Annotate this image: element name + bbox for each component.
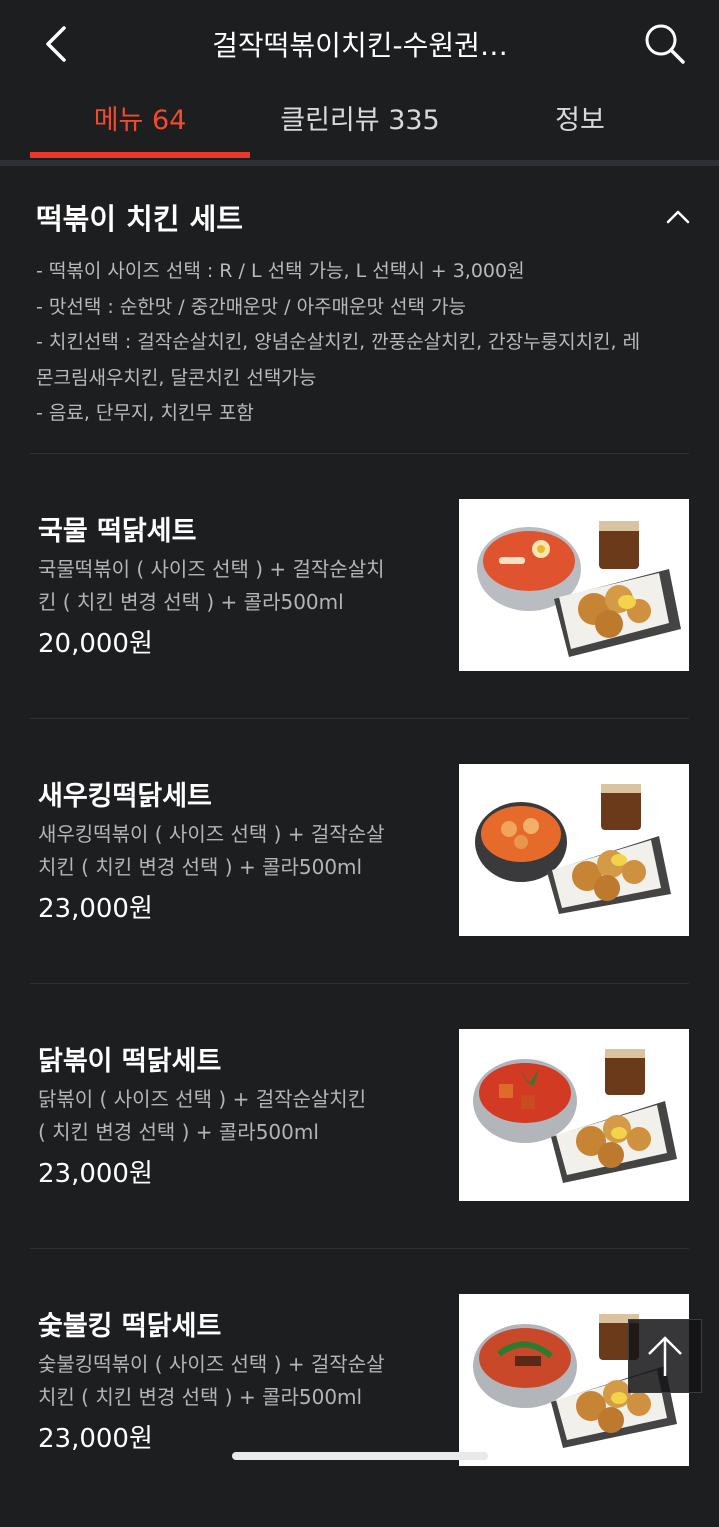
tab-menu[interactable]: 메뉴 64 — [30, 90, 250, 154]
menu-item[interactable]: 국물 떡닭세트 국물떡볶이 ( 사이즈 선택 ) + 걸작순살치 킨 ( 치킨 … — [0, 467, 719, 732]
app-header: 걸작떡볶이치킨-수원권… — [0, 0, 719, 90]
menu-item-name: 새우킹떡닭세트 — [38, 781, 212, 812]
chevron-left-icon — [46, 26, 66, 62]
arrow-up-icon — [648, 1336, 682, 1376]
menu-item-description: 숯불킹떡볶이 ( 사이즈 선택 ) + 걸작순살 치킨 ( 치킨 변경 선택 )… — [38, 1348, 418, 1414]
description-line: 킨 ( 치킨 변경 선택 ) + 콜라500ml — [38, 590, 344, 614]
divider — [30, 983, 689, 984]
description-line: - 음료, 단무지, 치킨무 포함 — [36, 402, 254, 424]
chevron-up-icon — [666, 210, 690, 224]
tab-info[interactable]: 정보 — [470, 90, 690, 154]
divider — [30, 718, 689, 719]
section-title[interactable]: 떡볶이 치킨 세트 — [36, 196, 243, 238]
collapse-button[interactable] — [662, 200, 694, 232]
menu-item-image[interactable] — [459, 1029, 689, 1201]
description-line: 새우킹떡볶이 ( 사이즈 선택 ) + 걸작순살 — [38, 822, 385, 846]
description-line: 치킨 ( 치킨 변경 선택 ) + 콜라500ml — [38, 855, 363, 879]
tab-clean-review[interactable]: 클린리뷰 335 — [250, 90, 470, 154]
menu-item-description: 국물떡볶이 ( 사이즈 선택 ) + 걸작순살치 킨 ( 치킨 변경 선택 ) … — [38, 553, 418, 619]
description-line: 닭볶이 ( 사이즈 선택 ) + 걸작순살치킨 — [38, 1087, 367, 1111]
scroll-to-top-button[interactable] — [628, 1319, 702, 1393]
divider — [30, 453, 689, 454]
description-line: 숯불킹떡볶이 ( 사이즈 선택 ) + 걸작순살 — [38, 1352, 385, 1376]
home-indicator — [232, 1452, 488, 1460]
food-photo-shrimp-king-chicken-set — [475, 784, 671, 914]
menu-item-price: 20,000원 — [38, 629, 153, 659]
menu-item-price: 23,000원 — [38, 1159, 153, 1189]
menu-item-image[interactable] — [459, 499, 689, 671]
description-line: ( 치킨 변경 선택 ) + 콜라500ml — [38, 1120, 319, 1144]
menu-item-name: 숯불킹 떡닭세트 — [38, 1311, 222, 1342]
menu-item-price: 23,000원 — [38, 894, 153, 924]
description-line: - 맛선택 : 순한맛 / 중간매운맛 / 아주매운맛 선택 가능 — [36, 295, 467, 318]
menu-item[interactable]: 닭볶이 떡닭세트 닭볶이 ( 사이즈 선택 ) + 걸작순살치킨 ( 치킨 변경… — [0, 997, 719, 1262]
description-line: 치킨 ( 치킨 변경 선택 ) + 콜라500ml — [38, 1385, 363, 1409]
active-tab-indicator — [30, 152, 250, 158]
tab-bar: 메뉴 64 클린리뷰 335 정보 — [0, 90, 719, 166]
back-button[interactable] — [36, 22, 80, 66]
menu-item-price: 23,000원 — [38, 1424, 153, 1454]
search-button[interactable] — [641, 20, 689, 68]
section-description: - 떡볶이 사이즈 선택 : R / L 선택 가능, L 선택시 + 3,00… — [36, 254, 686, 432]
food-photo-tteokbokki-chicken-set — [477, 521, 681, 657]
description-line: - 치킨선택 : 걸작순살치킨, 양념순살치킨, 깐풍순살치킨, 간장누룽지치킨… — [36, 331, 641, 353]
description-line: 국물떡볶이 ( 사이즈 선택 ) + 걸작순살치 — [38, 557, 385, 581]
menu-item[interactable]: 숯불킹 떡닭세트 숯불킹떡볶이 ( 사이즈 선택 ) + 걸작순살 치킨 ( 치… — [0, 1262, 719, 1527]
food-photo-dakbokki-chicken-set — [473, 1049, 677, 1183]
menu-item-description: 닭볶이 ( 사이즈 선택 ) + 걸작순살치킨 ( 치킨 변경 선택 ) + 콜… — [38, 1083, 418, 1149]
description-line: - 떡볶이 사이즈 선택 : R / L 선택 가능, L 선택시 + 3,00… — [36, 260, 525, 282]
menu-item-name: 닭볶이 떡닭세트 — [38, 1046, 222, 1077]
menu-item-image[interactable] — [459, 764, 689, 936]
menu-item[interactable]: 새우킹떡닭세트 새우킹떡볶이 ( 사이즈 선택 ) + 걸작순살 치킨 ( 치킨… — [0, 732, 719, 997]
menu-item-name: 국물 떡닭세트 — [38, 516, 197, 547]
store-title: 걸작떡볶이치킨-수원권… — [212, 29, 508, 62]
search-icon — [645, 24, 685, 64]
divider — [30, 1248, 689, 1249]
menu-item-description: 새우킹떡볶이 ( 사이즈 선택 ) + 걸작순살 치킨 ( 치킨 변경 선택 )… — [38, 818, 418, 884]
description-line: 몬크림새우치킨, 달콘치킨 선택가능 — [36, 366, 317, 389]
